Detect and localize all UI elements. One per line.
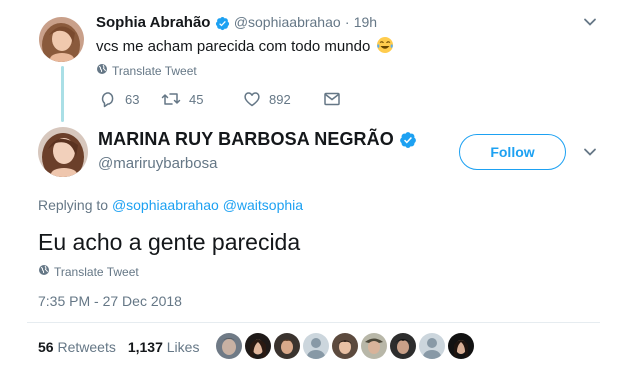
liker-avatar[interactable] (361, 333, 387, 359)
translate-label: Translate Tweet (54, 264, 139, 279)
main-author-name-text: MARINA RUY BARBOSA NEGRÃO (98, 129, 394, 149)
replying-to-line: Replying to @sophiaabrahao @waitsophia (38, 197, 303, 213)
like-button[interactable]: 892 (243, 90, 323, 108)
globe-icon (38, 264, 50, 279)
header-separator: · (344, 14, 350, 30)
engagement-stats: 56 Retweets 1,137 Likes (38, 339, 199, 355)
parent-tweet-text: vcs me acham parecida com todo mundo (96, 36, 394, 58)
parent-tweet-header: Sophia Abrahão @sophiaabrahao · 19h (96, 14, 377, 31)
liker-avatar[interactable] (448, 333, 474, 359)
verified-badge-icon (215, 16, 230, 31)
direct-message-button[interactable] (323, 90, 341, 108)
heart-icon (243, 90, 261, 108)
chevron-down-icon[interactable] (583, 15, 597, 34)
translate-label: Translate Tweet (112, 63, 197, 78)
like-count: 892 (269, 91, 291, 107)
parent-author-name[interactable]: Sophia Abrahão (96, 14, 210, 31)
tweet-timestamp[interactable]: 7:35 PM - 27 Dec 2018 (38, 293, 182, 309)
retweets-stat[interactable]: 56 Retweets (38, 339, 116, 355)
liker-avatars (216, 333, 474, 359)
replying-prefix: Replying to (38, 197, 109, 213)
retweet-count: 45 (189, 91, 204, 107)
main-translate-link[interactable]: Translate Tweet (38, 264, 139, 279)
retweet-icon (161, 90, 181, 108)
face-with-tears-of-joy-icon (376, 36, 394, 58)
mention-link[interactable]: @waitsophia (223, 197, 303, 213)
liker-avatar[interactable] (390, 333, 416, 359)
main-tweet-text: Eu acho a gente parecida (38, 229, 301, 255)
parent-tweet-time[interactable]: 19h (354, 14, 377, 30)
parent-author-handle[interactable]: @sophiaabrahao (234, 14, 341, 30)
sophia-avatar[interactable] (39, 17, 84, 62)
retweet-button[interactable]: 45 (161, 90, 243, 108)
main-author-name[interactable]: MARINA RUY BARBOSA NEGRÃO (98, 129, 417, 150)
main-author-handle[interactable]: @mariruybarbosa (98, 155, 217, 172)
parent-translate-link[interactable]: Translate Tweet (96, 63, 197, 78)
likes-stat[interactable]: 1,137 Likes (128, 339, 200, 355)
like-label: Likes (166, 339, 200, 355)
retweet-label: Retweets (57, 339, 116, 355)
verified-badge-icon (399, 131, 417, 149)
marina-avatar[interactable] (38, 127, 88, 177)
envelope-icon (323, 90, 341, 108)
retweet-total: 56 (38, 339, 54, 355)
parent-tweet-actions: 63 45 892 (99, 90, 341, 108)
liker-avatar[interactable] (216, 333, 242, 359)
like-total: 1,137 (127, 339, 163, 355)
parent-tweet-text-content: vcs me acham parecida com todo mundo (96, 38, 371, 55)
reply-button[interactable]: 63 (99, 90, 161, 108)
follow-button[interactable]: Follow (459, 134, 566, 170)
reply-icon (99, 90, 117, 108)
thread-connector-line (61, 66, 64, 122)
liker-avatar[interactable] (245, 333, 271, 359)
liker-avatar[interactable] (303, 333, 329, 359)
globe-icon (96, 63, 108, 78)
divider (27, 322, 600, 323)
liker-avatar[interactable] (274, 333, 300, 359)
chevron-down-icon[interactable] (583, 145, 597, 164)
liker-avatar[interactable] (419, 333, 445, 359)
liker-avatar[interactable] (332, 333, 358, 359)
mention-link[interactable]: @sophiaabrahao (112, 197, 219, 213)
reply-count: 63 (125, 91, 140, 107)
